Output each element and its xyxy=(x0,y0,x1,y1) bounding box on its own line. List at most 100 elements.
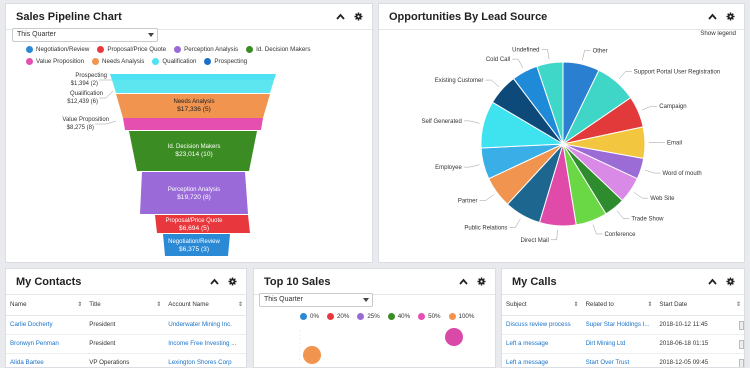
column-header-name[interactable]: Name⇕ xyxy=(6,295,85,315)
column-header-title[interactable]: Title⇕ xyxy=(85,295,164,315)
legend-label: 20% xyxy=(337,313,349,320)
legend-item[interactable]: 20% xyxy=(327,313,349,320)
pipeline-period-select[interactable]: This Quarter xyxy=(12,28,158,42)
pie-label-leader xyxy=(485,80,498,87)
collapse-icon[interactable] xyxy=(209,276,220,287)
table-row: Bronwyn Penman President Income Free Inv… xyxy=(6,334,246,353)
funnel-segment-perception-analysis xyxy=(140,172,248,214)
top-sales-bubble-chart xyxy=(254,324,496,368)
contact-title: VP Operations xyxy=(85,353,164,368)
account-name-link[interactable]: Underwater Mining Inc. xyxy=(168,321,232,328)
gear-icon[interactable] xyxy=(725,11,736,22)
related-to-link[interactable]: Super Star Holdings I... xyxy=(586,321,650,328)
related-to-link[interactable]: Dirt Mining Ltd xyxy=(586,340,626,347)
call-subject-link[interactable]: Discuss review process xyxy=(506,321,571,328)
legend-item[interactable]: Perception Analysis xyxy=(174,46,238,53)
pie-label-leader xyxy=(619,71,632,79)
pie-label-leader xyxy=(542,49,550,59)
sales-pipeline-dashlet: Sales Pipeline Chart This Quarter Negoti… xyxy=(5,3,373,263)
legend-label: Negotiation/Review xyxy=(36,46,89,53)
dashlet-title: Sales Pipeline Chart xyxy=(16,11,335,23)
account-name-link[interactable]: Income Free Investing ... xyxy=(168,340,236,347)
top-sales-period-select[interactable]: This Quarter xyxy=(259,293,373,307)
legend-dot-icon xyxy=(327,313,334,320)
row-action-handle[interactable] xyxy=(739,321,744,330)
pie-label-leader xyxy=(512,59,523,68)
pipeline-funnel: Prospecting $1,394 (2) Qualification $12… xyxy=(6,64,373,263)
table-row: Left a message Start Over Trust 2018-12-… xyxy=(502,353,744,368)
legend-dot-icon xyxy=(300,313,307,320)
call-subject-link[interactable]: Left a message xyxy=(506,340,548,347)
side-label-value: $1,394 (2) xyxy=(71,81,98,87)
gear-icon[interactable] xyxy=(353,11,364,22)
collapse-icon[interactable] xyxy=(707,276,718,287)
pie-label-leader xyxy=(617,211,629,219)
collapse-icon[interactable] xyxy=(335,11,346,22)
pie-label: Partner xyxy=(458,199,478,205)
dashlet-header: Top 10 Sales xyxy=(254,269,495,295)
column-header-start-date[interactable]: Start Date⇕ xyxy=(655,295,744,315)
legend-item[interactable]: 40% xyxy=(388,313,410,320)
sort-icon[interactable]: ⇕ xyxy=(647,301,652,308)
sort-icon[interactable]: ⇕ xyxy=(574,301,579,308)
pie-label-leader xyxy=(464,121,480,123)
call-start-date: 2018-10-12 11:45 xyxy=(659,321,707,328)
legend-dot-icon xyxy=(357,313,364,320)
collapse-icon[interactable] xyxy=(458,276,469,287)
funnel-label-value: $23,014 (10) xyxy=(175,151,212,158)
pie-label: Direct Mail xyxy=(520,238,548,244)
legend-item[interactable]: Negotiation/Review xyxy=(26,46,89,53)
chevron-down-icon xyxy=(363,298,369,302)
gear-icon[interactable] xyxy=(476,276,487,287)
column-header-account[interactable]: Account Name⇕ xyxy=(164,295,246,315)
row-action-handle[interactable] xyxy=(739,359,744,368)
funnel-label-name: Perception Analysis xyxy=(168,187,220,193)
funnel-label-value: $19,720 (8) xyxy=(177,194,211,201)
sort-icon[interactable]: ⇕ xyxy=(238,301,243,308)
pie-label: Existing Customer xyxy=(435,78,484,84)
pie-label: Email xyxy=(667,140,682,146)
call-start-date: 2018-06-18 01:15 xyxy=(659,340,708,347)
side-label-value: $12,439 (6) xyxy=(67,99,98,105)
gear-icon[interactable] xyxy=(227,276,238,287)
contact-name-link[interactable]: Carlie Docherty xyxy=(10,321,53,328)
side-label-value: $8,275 (8) xyxy=(67,125,94,131)
funnel-label-value: $6,694 (5) xyxy=(179,225,209,232)
pie-label: Conference xyxy=(604,232,636,238)
legend-dot-icon xyxy=(174,46,181,53)
legend-label: 40% xyxy=(398,313,410,320)
gear-icon[interactable] xyxy=(725,276,736,287)
chevron-down-icon xyxy=(148,33,154,37)
sales-bubble xyxy=(303,346,321,364)
sales-bubble xyxy=(445,328,463,346)
column-header-related[interactable]: Related to⇕ xyxy=(582,295,656,315)
my-calls-dashlet: My Calls Subject⇕ Related to⇕ Start Date… xyxy=(501,268,745,368)
legend-label: 25% xyxy=(367,313,379,320)
legend-item[interactable]: Id. Decision Makers xyxy=(246,46,310,53)
legend-item[interactable]: Proposal/Price Quote xyxy=(97,46,166,53)
legend-item[interactable]: 50% xyxy=(418,313,440,320)
legend-item[interactable]: 25% xyxy=(357,313,379,320)
legend-dot-icon xyxy=(418,313,425,320)
table-row: Carlie Docherty President Underwater Min… xyxy=(6,315,246,334)
legend-item[interactable]: 0% xyxy=(300,313,319,320)
pie-label: Other xyxy=(593,48,608,54)
select-value: This Quarter xyxy=(17,31,56,38)
table-row: Left a message Dirt Mining Ltd 2018-06-1… xyxy=(502,334,744,353)
sort-icon[interactable]: ⇕ xyxy=(736,301,741,308)
legend-dot-icon xyxy=(97,46,104,53)
collapse-icon[interactable] xyxy=(707,11,718,22)
dashlet-header: Opportunities By Lead Source xyxy=(379,4,744,30)
legend-label: Id. Decision Makers xyxy=(256,46,310,53)
pie-label: Web Site xyxy=(650,196,675,202)
legend-dot-icon xyxy=(388,313,395,320)
pie-label: Employee xyxy=(435,165,462,171)
row-action-handle[interactable] xyxy=(739,340,744,349)
pie-label-leader xyxy=(551,230,558,240)
legend-item[interactable]: 100% xyxy=(449,313,475,320)
contact-name-link[interactable]: Bronwyn Penman xyxy=(10,340,59,347)
calls-table: Subject⇕ Related to⇕ Start Date⇕ Discuss… xyxy=(502,295,744,368)
sort-icon[interactable]: ⇕ xyxy=(77,301,82,308)
sort-icon[interactable]: ⇕ xyxy=(156,301,161,308)
column-header-subject[interactable]: Subject⇕ xyxy=(502,295,582,315)
